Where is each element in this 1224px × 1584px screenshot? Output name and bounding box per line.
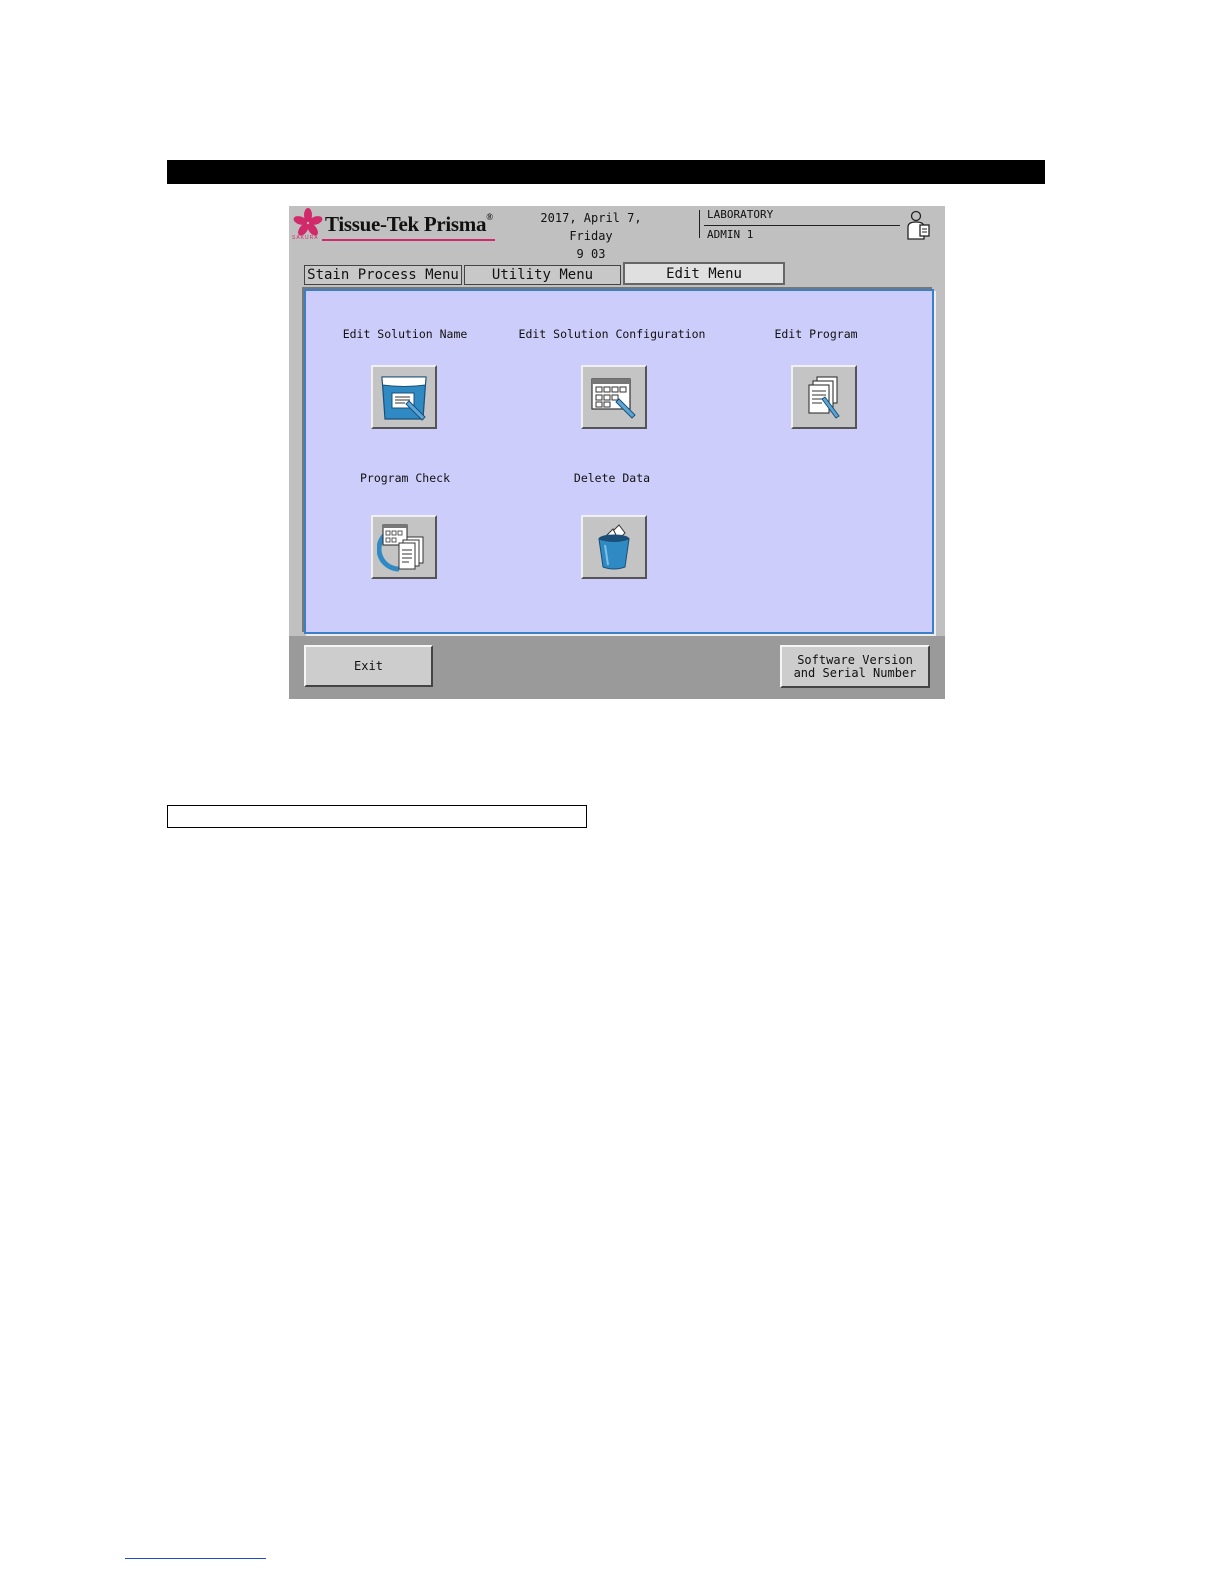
edit-solution-name-label: Edit Solution Name	[342, 327, 468, 341]
footnote-rule	[125, 1558, 266, 1559]
registered-mark: ®	[486, 212, 493, 222]
edit-program-label: Edit Program	[774, 327, 858, 341]
program-check-label: Program Check	[359, 471, 451, 485]
date-text: 2017, April 7, Friday	[540, 211, 642, 243]
software-version-line2: and Serial Number	[793, 665, 917, 680]
exit-button[interactable]: Exit	[304, 645, 433, 687]
edit-program-button[interactable]	[791, 365, 857, 429]
brand-subtext: SAKURA	[292, 235, 319, 241]
user-separator	[704, 225, 900, 226]
user-divider	[699, 210, 700, 238]
caption-box	[167, 805, 587, 828]
delete-data-button[interactable]	[581, 515, 647, 579]
trash-icon	[598, 524, 630, 570]
brand-logo: Tissue-Tek Prisma® SAKURA	[292, 208, 497, 244]
brand-name: Tissue-Tek Prisma®	[325, 212, 493, 237]
section-header-bar	[167, 160, 1045, 184]
edit-menu-panel: Edit Solution Name Edit Solution Configu…	[304, 289, 934, 634]
status-header: Tissue-Tek Prisma® SAKURA 2017, April 7,…	[289, 206, 945, 261]
footer-bar: Exit Software Version and Serial Number	[289, 636, 945, 699]
solution-configuration-icon	[591, 378, 636, 419]
solution-name-icon	[381, 376, 427, 421]
tab-edit-menu[interactable]: Edit Menu	[623, 262, 785, 285]
tab-stain-process-menu[interactable]: Stain Process Menu	[304, 265, 462, 285]
edit-solution-configuration-button[interactable]	[581, 365, 647, 429]
program-check-icon	[377, 524, 424, 572]
brand-underline	[322, 239, 495, 241]
brand-name-text: Tissue-Tek Prisma	[325, 212, 487, 236]
sakura-flower-icon	[293, 208, 323, 236]
department-label: LABORATORY	[707, 208, 774, 221]
user-icon[interactable]	[905, 210, 931, 240]
program-documents-icon	[808, 376, 840, 419]
delete-data-label: Delete Data	[573, 471, 651, 485]
program-check-button[interactable]	[371, 515, 437, 579]
software-version-button[interactable]: Software Version and Serial Number	[780, 645, 930, 688]
prisma-screen: Tissue-Tek Prisma® SAKURA 2017, April 7,…	[289, 206, 945, 699]
time-text: 9 03	[576, 247, 606, 261]
edit-solution-configuration-label: Edit Solution Configuration	[518, 327, 706, 341]
edit-solution-name-button[interactable]	[371, 365, 437, 429]
software-version-line1: Software Version	[797, 652, 913, 667]
tab-utility-menu[interactable]: Utility Menu	[464, 265, 621, 285]
user-name: ADMIN 1	[707, 228, 754, 241]
datetime-display: 2017, April 7, Friday 9 03	[526, 209, 656, 263]
